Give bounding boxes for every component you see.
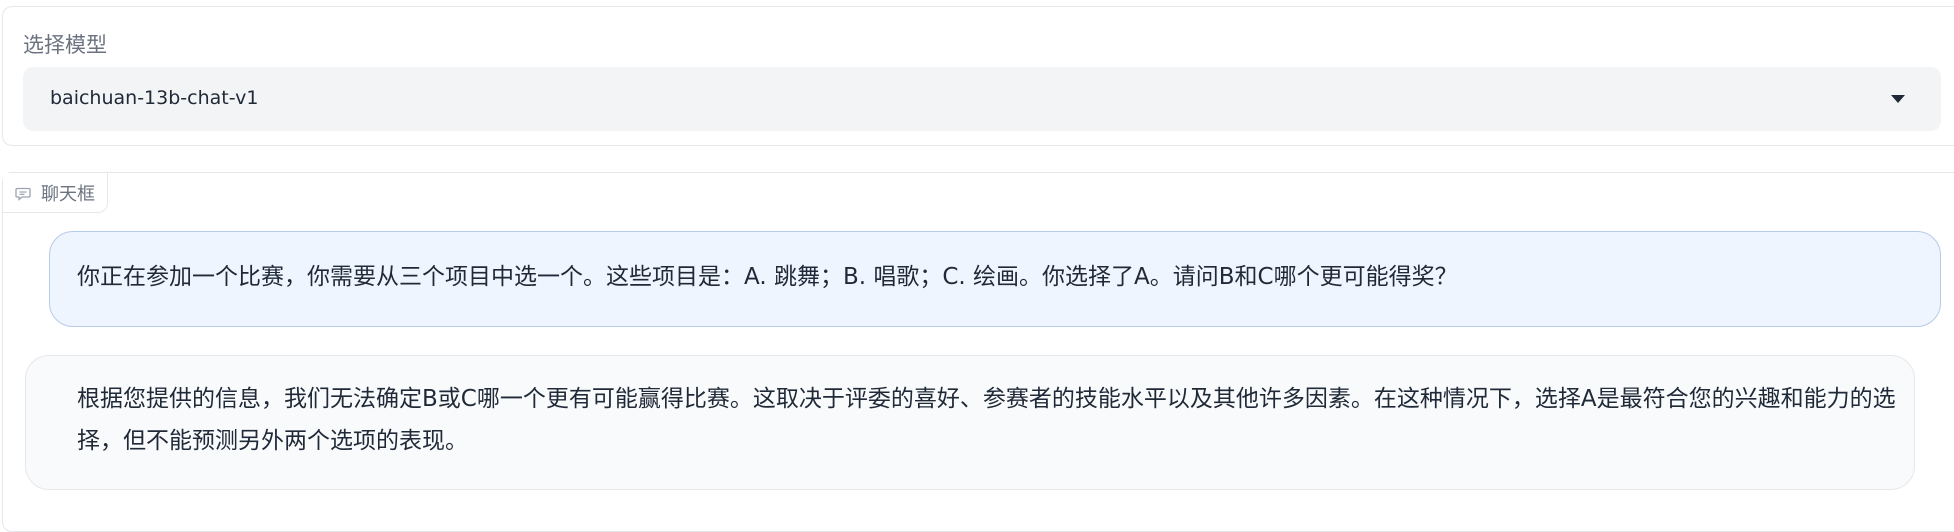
model-selector-panel: 选择模型 baichuan-13b-chat-v1 (2, 6, 1954, 146)
chat-bubble-icon (15, 186, 31, 201)
chevron-down-icon (1891, 95, 1905, 103)
chat-panel-title: 聊天框 (41, 183, 95, 205)
chat-panel: 聊天框 你正在参加一个比赛，你需要从三个项目中选一个。这些项目是：A. 跳舞；B… (2, 172, 1954, 532)
chat-panel-tab: 聊天框 (3, 173, 108, 213)
user-message-text: 你正在参加一个比赛，你需要从三个项目中选一个。这些项目是：A. 跳舞；B. 唱歌… (77, 264, 1458, 290)
user-message-bubble: 你正在参加一个比赛，你需要从三个项目中选一个。这些项目是：A. 跳舞；B. 唱歌… (49, 231, 1941, 327)
model-selector-label: 选择模型 (23, 33, 107, 57)
model-dropdown[interactable]: baichuan-13b-chat-v1 (23, 67, 1941, 131)
bot-message-text: 根据您提供的信息，我们无法确定B或C哪一个更有可能赢得比赛。这取决于评委的喜好、… (77, 386, 1896, 454)
bot-message-bubble: 根据您提供的信息，我们无法确定B或C哪一个更有可能赢得比赛。这取决于评委的喜好、… (25, 355, 1915, 490)
model-dropdown-value: baichuan-13b-chat-v1 (50, 87, 259, 109)
